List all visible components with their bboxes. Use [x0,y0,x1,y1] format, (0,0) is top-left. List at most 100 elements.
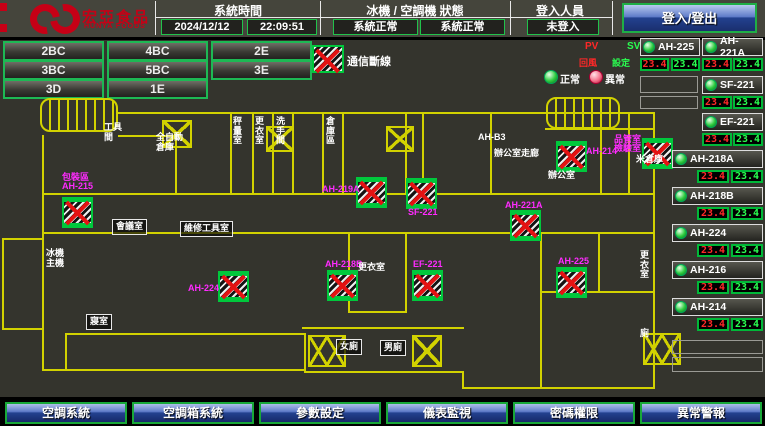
status-led-icon [643,41,655,53]
wall [598,232,600,293]
divider [320,1,321,35]
room-label: 全自動 倉庫 [156,133,183,152]
unit-name-label: EF-221 [720,116,754,128]
comm-fail-icon [312,45,344,73]
normal-led-icon [544,70,558,84]
room-label: 辦公室 [548,171,575,181]
plan-ahu-ah-219a-commfail-icon[interactable] [356,177,387,208]
room-label: 更 衣 室 [640,251,649,280]
room-label: 更衣室 [358,263,385,273]
unit-ah-225-button[interactable]: AH-225 [640,38,700,56]
unit-name-label: AH-216 [690,264,726,276]
plan-ahu-ah-221a-commfail-icon[interactable] [510,210,541,241]
unit-ah-216-sv-value: 23.4 [731,281,763,294]
plan-ahu-sf-221-commfail-icon[interactable] [406,178,437,209]
pv-caption: 回風 [579,56,597,69]
room-label: 寢室 [86,314,112,330]
nav-button-6[interactable]: 異常警報 [640,402,762,424]
floor-button-2bc[interactable]: 2BC [3,41,104,61]
bottom-nav-bar: 空調系統空調箱系統參數設定儀表監視密碼權限異常警報 [0,397,765,426]
system-time-label: 系統時間 [158,2,318,19]
unit-ah-224-sv-value: 23.4 [731,244,763,257]
nav-button-2[interactable]: 空調箱系統 [132,402,254,424]
door-x-icon [386,126,414,152]
room-label: 女廁 [336,339,362,355]
status-led-icon [675,301,687,313]
plan-ahu-ah-224-commfail-icon[interactable] [218,271,249,302]
wall [302,327,464,329]
room-label: 米倉庫 [636,155,663,165]
plan-unit-label: AH-218B [325,260,363,269]
plan-ahu-ah-214-commfail-icon[interactable] [556,141,587,172]
floor-plan: 包裝區 AH-215AH-224AH-219ASF-221AH-218BEF-2… [0,93,765,397]
nav-button-3[interactable]: 參數設定 [259,402,381,424]
wall [628,112,630,195]
wall [2,238,44,240]
room-label: 辦公室走廊 [494,149,539,159]
unit-name-label: AH-214 [690,301,726,313]
room-label: 廁 [640,329,649,339]
unit-ah-218a-button[interactable]: AH-218A [672,150,763,168]
floor-button-5bc[interactable]: 5BC [107,60,208,80]
brand-name-en: HUNYA FOODS [84,23,146,30]
empty-slot [672,357,763,372]
wall [42,369,306,371]
chiller-status-value: 系統正常 [333,19,418,35]
unit-ah-216-button[interactable]: AH-216 [672,261,763,279]
room-label: 男廁 [380,340,406,356]
login-person-label: 登入人員 [480,2,640,19]
unit-ah-218b-button[interactable]: AH-218B [672,187,763,205]
unit-ah-214-pv-value: 23.4 [697,318,729,331]
floor-button-4bc[interactable]: 4BC [107,41,208,61]
unit-ef-221-pv-value: 23.4 [702,133,732,146]
unit-ah-218a-sv-value: 23.4 [731,170,763,183]
unit-name-label: SF-221 [720,79,754,91]
plan-ahu-ah-225-commfail-icon[interactable] [556,267,587,298]
nav-button-1[interactable]: 空調系統 [5,402,127,424]
wall [272,112,274,195]
unit-ah-214-button[interactable]: AH-214 [672,298,763,316]
room-label: 更 衣 室 [255,117,264,146]
door-x-icon [412,335,442,367]
system-date-value: 2024/12/12 [161,19,243,35]
plan-ahu-ef-221-commfail-icon[interactable] [412,270,443,301]
empty-slot [640,76,698,93]
wall [405,232,407,313]
wall [65,333,306,335]
wall [2,238,4,330]
x-glyph [645,335,662,363]
room-label: 工具 間 [104,123,122,142]
unit-sf-221-button[interactable]: SF-221 [702,76,763,94]
plan-unit-label: AH-221A [505,201,543,210]
wall [322,112,324,195]
wall [462,387,655,389]
unit-ah-225-sv-value: 23.4 [671,58,700,71]
floor-button-3e[interactable]: 3E [211,60,312,80]
status-led-icon [675,190,687,202]
pv-header: PV [585,41,598,52]
normal-label: 正常 [560,71,580,86]
x-glyph [310,337,327,365]
divider [155,1,156,35]
unit-ah-218b-sv-value: 23.4 [731,207,763,220]
unit-name-label: AH-218B [690,190,734,202]
unit-ah-221a-button[interactable]: AH-221A [702,38,763,56]
plan-ahu-ah-218b-commfail-icon[interactable] [327,270,358,301]
plan-unit-label: 包裝區 AH-215 [62,173,93,191]
nav-button-5[interactable]: 密碼權限 [513,402,635,424]
room-label: AH-B3 [478,133,506,143]
login-logout-button[interactable]: 登入/登出 [622,3,757,33]
plan-unit-label: AH-225 [558,257,589,266]
floor-button-3bc[interactable]: 3BC [3,60,104,80]
floor-button-2e[interactable]: 2E [211,41,312,61]
plan-ahu-ah-215-commfail-icon[interactable] [62,197,93,228]
nav-button-4[interactable]: 儀表監視 [386,402,508,424]
unit-ef-221-button[interactable]: EF-221 [702,113,763,131]
unit-ah-224-button[interactable]: AH-224 [672,224,763,242]
status-led-icon [705,116,717,128]
unit-ah-216-pv-value: 23.4 [697,281,729,294]
unit-ah-225-pv-value: 23.4 [640,58,669,71]
wall [292,112,294,195]
unit-ah-218a-pv-value: 23.4 [697,170,729,183]
unit-name-label: AH-224 [690,227,726,239]
